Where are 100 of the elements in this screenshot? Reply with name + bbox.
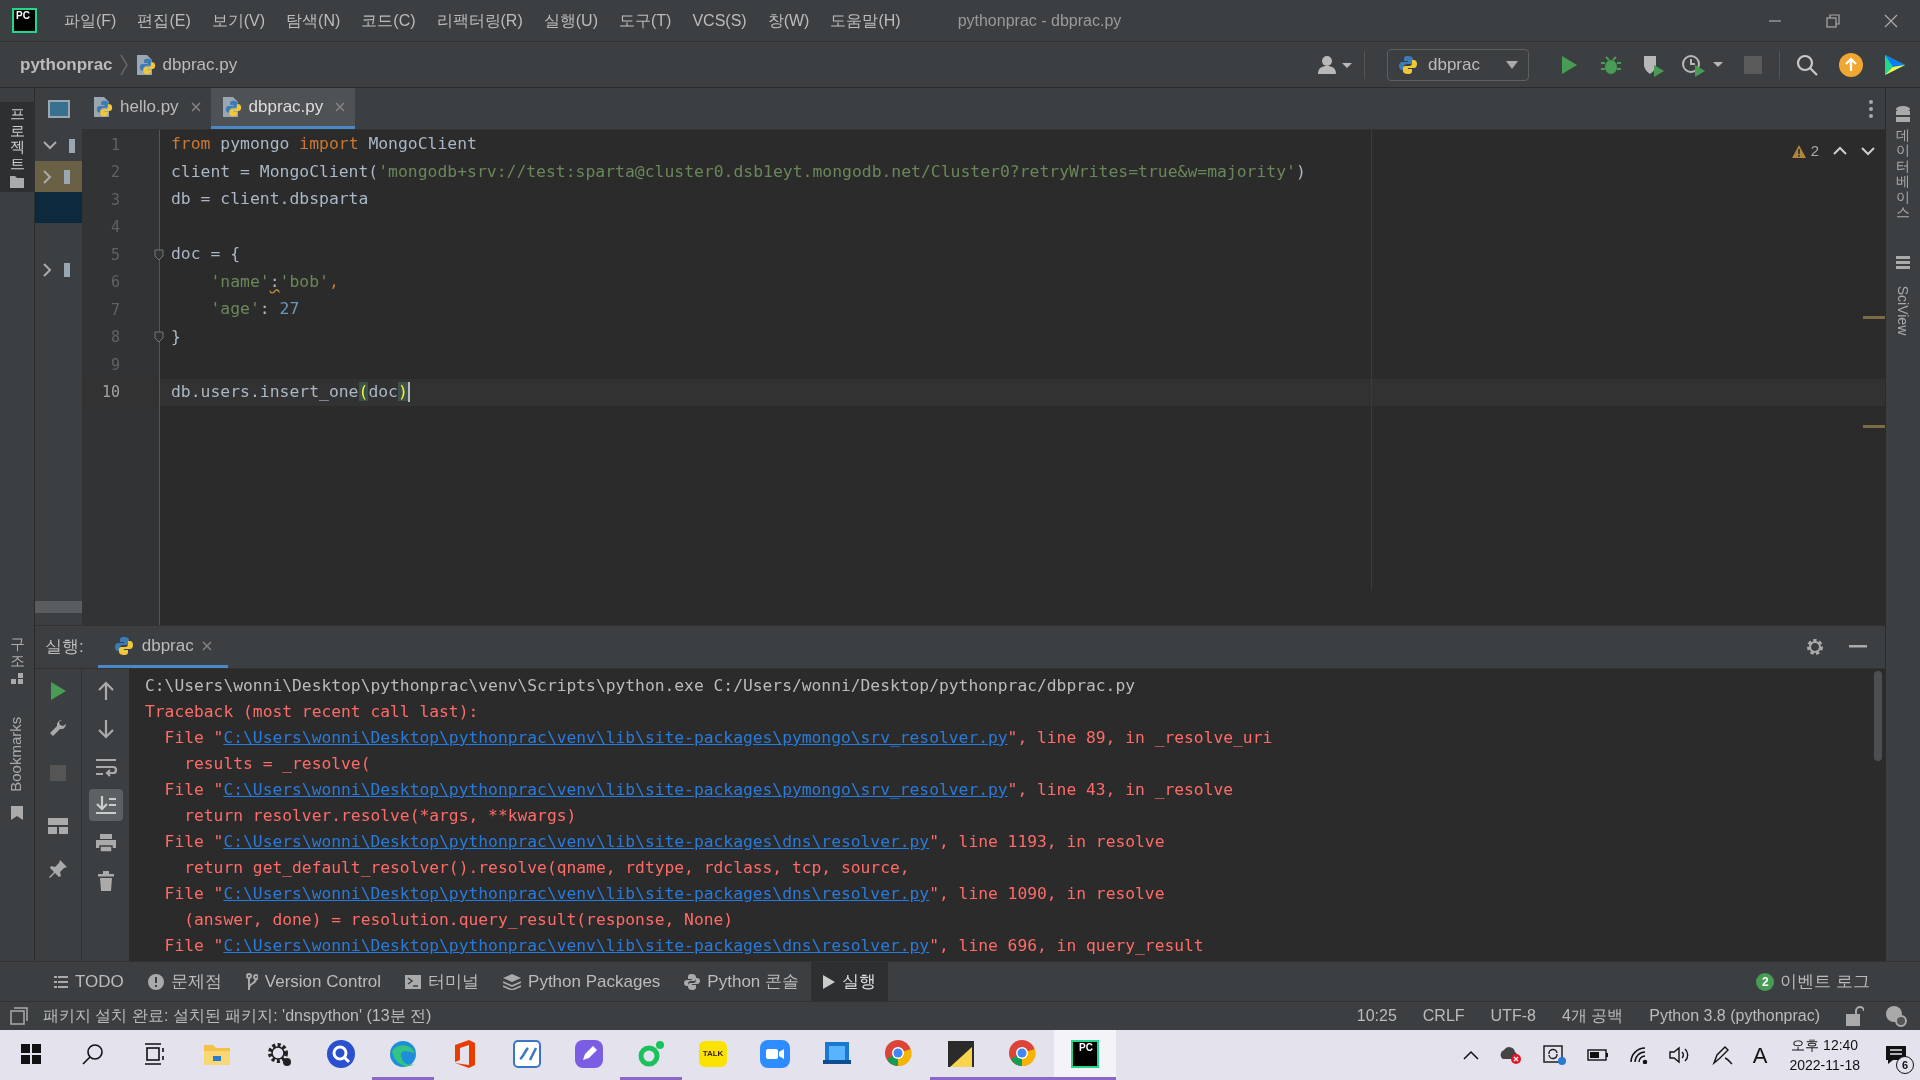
editor-tab[interactable]: hello.py	[82, 88, 211, 129]
scroll-to-end-icon[interactable]	[88, 789, 123, 821]
structure-icon[interactable]	[11, 673, 23, 685]
close-icon[interactable]	[201, 640, 212, 651]
run-configuration-dropdown[interactable]: dbprac	[1387, 48, 1529, 81]
list-icon[interactable]	[54, 975, 68, 988]
python-file-icon	[134, 53, 157, 76]
print-icon[interactable]	[94, 833, 117, 853]
soft-wrap-icon[interactable]	[94, 757, 117, 777]
menu-item[interactable]: 도구(T)	[609, 4, 681, 37]
bookmark-icon[interactable]	[11, 805, 23, 820]
menu-item[interactable]: 편집(E)	[128, 4, 200, 37]
project-view-icon[interactable]	[47, 100, 70, 118]
tool-window-tab[interactable]: 구조	[0, 632, 35, 689]
show-hidden-icons[interactable]	[1462, 1050, 1479, 1060]
up-arrow-icon[interactable]	[97, 681, 114, 701]
close-icon[interactable]	[190, 102, 201, 112]
tool-window-button[interactable]: Python Packages	[491, 962, 673, 1001]
clock-time[interactable]: 오후 12:40	[1791, 1035, 1859, 1055]
trash-icon[interactable]	[96, 871, 115, 891]
restore-icon[interactable]	[1826, 13, 1840, 28]
taskbar-button[interactable]: PC	[1054, 1030, 1116, 1080]
alert-icon[interactable]	[147, 973, 164, 990]
status-item[interactable]: 4개 공백	[1561, 1004, 1624, 1028]
status-item[interactable]: 10:25	[1356, 1004, 1397, 1028]
breadcrumb-item[interactable]: dbprac.py	[162, 51, 238, 78]
file-link[interactable]: C:\Users\wonni\Desktop\pythonprac\venv\lib\site-packages\pymongo\srv_resolver.py	[223, 728, 1008, 747]
status-item[interactable]: UTF-8	[1490, 1004, 1536, 1028]
scrollbar-thumb[interactable]	[1874, 671, 1882, 761]
breadcrumb-item[interactable]: pythonprac	[20, 51, 113, 78]
fold-marker-icon[interactable]	[154, 331, 164, 344]
gear-icon	[266, 1040, 292, 1067]
collapsed-chevron-icon[interactable]	[43, 169, 52, 184]
editor-tab[interactable]: dbprac.py	[210, 88, 356, 129]
file-link[interactable]: C:\Users\wonni\Desktop\pythonprac\venv\lib\site-packages\dns\resolver.py	[223, 832, 930, 851]
warning-icon[interactable]	[1790, 143, 1807, 159]
clock-date[interactable]: 2022-11-18	[1789, 1055, 1860, 1075]
close-icon[interactable]	[1884, 13, 1898, 28]
pin-icon[interactable]	[48, 859, 68, 879]
menu-item[interactable]: 탐색(N)	[277, 4, 350, 37]
tool-window-button[interactable]: Version Control	[233, 962, 394, 1001]
console-line: File "C:\Users\wonni\Desktop\pythonprac\venv\lib\site-packages\dns\resolver.py", line 1090, in resolve	[163, 883, 1166, 905]
tool-window-tab[interactable]: 프로젝트	[0, 102, 35, 192]
wifi-icon[interactable]	[1628, 1046, 1649, 1064]
tool-window-tab[interactable]: SciView	[1885, 252, 1920, 350]
menu-item[interactable]: 실행(U)	[534, 4, 607, 37]
tool-window-button[interactable]: TODO	[42, 962, 136, 1001]
cloud-error-icon[interactable]	[1498, 1045, 1523, 1065]
database-icon[interactable]	[1896, 106, 1910, 122]
file-link[interactable]: C:\Users\wonni\Desktop\pythonprac\venv\lib\site-packages\pymongo\srv_resolver.py	[223, 780, 1008, 799]
more-options-icon[interactable]	[1869, 99, 1873, 118]
tree-row[interactable]	[35, 161, 82, 192]
taskbar-button[interactable]: TALK	[682, 1030, 744, 1080]
menu-item[interactable]: 창(W)	[758, 4, 819, 37]
down-arrow-icon[interactable]	[97, 719, 114, 739]
menu-item[interactable]: 보기(V)	[202, 4, 275, 37]
menu-item[interactable]: 파일(F)	[55, 4, 126, 37]
collapsed-chevron-icon[interactable]	[43, 262, 52, 277]
status-item[interactable]: CRLF	[1422, 1004, 1465, 1028]
lock-icon[interactable]	[1846, 1006, 1864, 1026]
sync-icon[interactable]	[1542, 1044, 1567, 1066]
file-link[interactable]: C:\Users\wonni\Desktop\pythonprac\venv\lib\site-packages\dns\resolver.py	[223, 884, 930, 903]
tool-window-tab[interactable]: 데이터베이스	[1885, 102, 1920, 225]
fold-marker-icon[interactable]	[154, 248, 164, 261]
previous-icon[interactable]	[1833, 146, 1847, 157]
expanded-chevron-icon[interactable]	[43, 141, 57, 150]
caret-icon[interactable]	[1506, 60, 1518, 69]
settings-icon[interactable]	[1805, 637, 1825, 657]
minimize-panel-icon[interactable]	[1849, 645, 1867, 649]
menu-item[interactable]: 리팩터링(R)	[427, 4, 532, 37]
inspection-profile-icon[interactable]	[1884, 1005, 1908, 1027]
input-method-indicator[interactable]: A	[1752, 1038, 1768, 1072]
wrench-icon[interactable]	[48, 718, 68, 738]
layers-icon[interactable]	[503, 973, 522, 990]
play-icon[interactable]	[823, 974, 835, 989]
menu-item[interactable]: 도움말(H)	[821, 4, 910, 37]
scrollbar-thumb[interactable]	[35, 601, 82, 613]
layout-icon[interactable]	[48, 818, 68, 834]
menu-item[interactable]: 코드(C)	[352, 4, 425, 37]
event-log-button[interactable]: 이벤트 로그	[1780, 968, 1870, 995]
pen-icon[interactable]	[1710, 1044, 1733, 1066]
status-toggle-icon[interactable]	[10, 1007, 28, 1025]
pen-app-icon	[575, 1039, 603, 1068]
status-message[interactable]: 패키지 설치 완료: 설치된 패키지: 'dnspython' (13분 전)	[43, 1004, 432, 1028]
branch-icon[interactable]	[245, 972, 258, 991]
volume-icon[interactable]	[1668, 1046, 1691, 1064]
python-icon[interactable]	[684, 973, 701, 990]
tool-window-button[interactable]: 문제점	[135, 962, 234, 1001]
status-item[interactable]: Python 3.8 (pythonprac)	[1649, 1004, 1820, 1028]
tool-window-button[interactable]: 실행	[811, 962, 888, 1001]
file-link[interactable]: C:\Users\wonni\Desktop\pythonprac\venv\lib\site-packages\dns\resolver.py	[223, 936, 930, 955]
battery-icon[interactable]	[1586, 1049, 1609, 1061]
terminal-icon[interactable]	[405, 974, 422, 989]
next-icon[interactable]	[1861, 146, 1875, 157]
tool-window-button[interactable]: 터미널	[393, 962, 492, 1001]
tool-window-tab[interactable]: Bookmarks	[0, 703, 35, 824]
menu-item[interactable]: VCS(S)	[683, 4, 756, 37]
list-icon[interactable]	[1896, 256, 1910, 271]
rerun-icon[interactable]	[49, 681, 67, 701]
tool-window-button[interactable]: Python 콘솔	[672, 962, 811, 1001]
